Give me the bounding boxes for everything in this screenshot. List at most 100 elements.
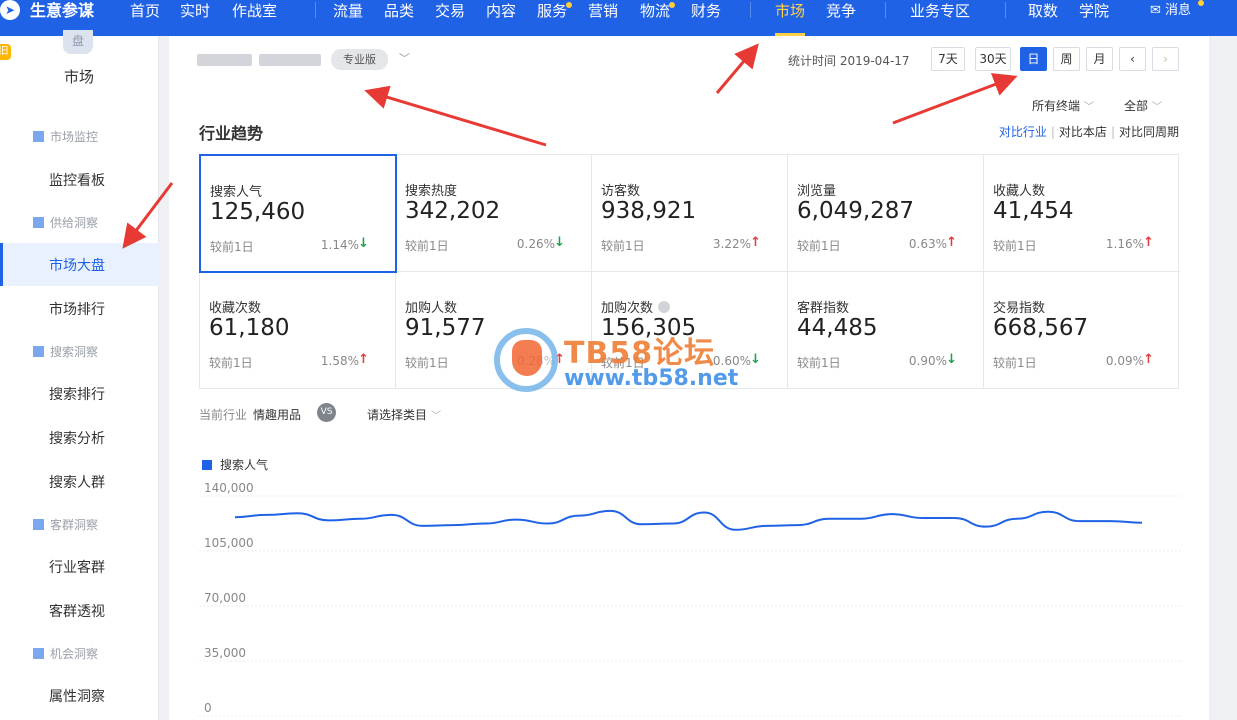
sidebar-item-search-crowd[interactable]: 搜索人群 bbox=[49, 472, 105, 492]
compare-links: 对比行业 | 对比本店 | 对比同周期 bbox=[998, 125, 1179, 139]
metric-card[interactable]: 访客数 938,921 较前1日 3.22% ↑ bbox=[592, 155, 788, 272]
nav-trade[interactable]: 交易 bbox=[435, 0, 465, 36]
metric-value: 41,454 bbox=[993, 198, 1074, 224]
terminal-filter-dropdown[interactable]: 所有终端 ﹀ bbox=[1032, 97, 1094, 114]
nav-traffic[interactable]: 流量 bbox=[333, 0, 363, 36]
metric-value: 342,202 bbox=[405, 198, 501, 224]
metric-compare-label: 较前1日 bbox=[210, 240, 254, 254]
metric-change-pct: 1.16% bbox=[1105, 237, 1144, 251]
chevron-down-icon[interactable]: ﹀ bbox=[399, 50, 410, 66]
metric-card[interactable]: 收藏人数 41,454 较前1日 1.16% ↑ bbox=[984, 155, 1180, 272]
nav-market[interactable]: 市场 bbox=[775, 0, 806, 36]
metric-card[interactable]: 浏览量 6,049,287 较前1日 0.63% ↑ bbox=[788, 155, 984, 272]
sidebar-item-search-rank[interactable]: 搜索排行 bbox=[49, 384, 105, 404]
metric-compare-label: 较前1日 bbox=[405, 356, 449, 370]
metric-card[interactable]: 交易指数 668,567 较前1日 0.09% ↑ bbox=[984, 272, 1180, 389]
period-7d-button[interactable]: 7天 bbox=[931, 47, 965, 71]
vs-badge: VS bbox=[317, 403, 336, 422]
sidebar-item-market-rank[interactable]: 市场排行 bbox=[49, 299, 105, 319]
metric-change-pct: 0.26% bbox=[516, 237, 555, 251]
top-navigation-bar: ➤ 生意参谋 首页 实时 作战室 流量 品类 交易 内容 服务 营销 物流 财务… bbox=[0, 0, 1237, 36]
metric-compare-label: 较前1日 bbox=[993, 239, 1037, 253]
nav-realtime[interactable]: 实时 bbox=[180, 0, 210, 36]
metric-value: 91,577 bbox=[405, 315, 486, 341]
nav-finance[interactable]: 财务 bbox=[691, 0, 721, 36]
arrow-up-icon: ↑ bbox=[946, 235, 957, 250]
metric-label: 交易指数 bbox=[993, 301, 1046, 316]
metric-card[interactable]: 搜索热度 342,202 较前1日 0.26% ↓ bbox=[396, 155, 592, 272]
sidebar-item-monitor-board[interactable]: 监控看板 bbox=[49, 170, 105, 190]
industry-selector: 当前行业 情趣用品 VS 请选择类目 ﹀ bbox=[199, 403, 441, 423]
compare-period-link[interactable]: 对比同周期 bbox=[1119, 125, 1179, 139]
metric-compare-label: 较前1日 bbox=[601, 239, 645, 253]
y-tick-label: 105,000 bbox=[204, 536, 254, 550]
metric-card[interactable]: 客群指数 44,485 较前1日 0.90% ↓ bbox=[788, 272, 984, 389]
old-version-tag[interactable]: 旧 bbox=[0, 44, 11, 60]
period-30d-button[interactable]: 30天 bbox=[975, 47, 1011, 71]
sidebar-item-market-overview[interactable]: 市场大盘 bbox=[49, 255, 105, 275]
chart-legend[interactable]: 搜索人气 bbox=[202, 456, 268, 473]
left-sidebar: 旧 盘 市场 市场监控 监控看板 供给洞察 市场大盘 市场排行 搜索洞察 搜索排… bbox=[0, 30, 159, 720]
metric-change-pct: 0.63% bbox=[908, 237, 947, 251]
mail-icon: ✉ bbox=[1150, 3, 1161, 18]
metric-value: 61,180 bbox=[209, 315, 290, 341]
metric-compare-label: 较前1日 bbox=[797, 239, 841, 253]
chevron-down-icon: ﹀ bbox=[1152, 102, 1163, 113]
nav-messages[interactable]: ✉ 消息 bbox=[1150, 0, 1191, 36]
metric-card[interactable]: 收藏次数 61,180 较前1日 1.58% ↑ bbox=[200, 272, 396, 389]
watermark-logo: TB58论坛 www.tb58.net bbox=[494, 328, 754, 398]
arrow-down-icon: ↓ bbox=[554, 235, 565, 250]
metric-value: 6,049,287 bbox=[797, 198, 915, 224]
nav-home[interactable]: 首页 bbox=[130, 0, 160, 36]
nav-warroom[interactable]: 作战室 bbox=[232, 0, 277, 36]
chevron-down-icon: ﹀ bbox=[431, 411, 442, 422]
edition-badge[interactable]: 专业版 bbox=[331, 49, 388, 70]
compare-shop-link[interactable]: 对比本店 bbox=[1059, 125, 1107, 139]
period-week-button[interactable]: 周 bbox=[1053, 47, 1080, 71]
metric-label: 客群指数 bbox=[797, 301, 850, 316]
building-icon bbox=[33, 346, 44, 357]
nav-competition[interactable]: 竞争 bbox=[826, 0, 856, 36]
nav-marketing[interactable]: 营销 bbox=[588, 0, 618, 36]
group-search-insight: 搜索洞察 bbox=[33, 343, 98, 360]
nav-category[interactable]: 品类 bbox=[384, 0, 414, 36]
sidebar-item-attribute-insight[interactable]: 属性洞察 bbox=[49, 686, 105, 706]
prev-period-button[interactable]: ‹ bbox=[1119, 47, 1146, 71]
metric-label: 访客数 bbox=[601, 184, 641, 199]
sidebar-item-customer-perspective[interactable]: 客群透视 bbox=[49, 601, 105, 621]
next-period-button[interactable]: › bbox=[1152, 47, 1179, 71]
sidebar-item-search-analysis[interactable]: 搜索分析 bbox=[49, 428, 105, 448]
metric-label: 搜索人气 bbox=[210, 185, 263, 200]
compass-logo-icon[interactable]: ➤ bbox=[0, 0, 20, 20]
nav-content[interactable]: 内容 bbox=[486, 0, 516, 36]
metric-label: 收藏人数 bbox=[993, 184, 1046, 199]
y-tick-label: 140,000 bbox=[204, 481, 254, 495]
blurred-shop-name-2 bbox=[259, 54, 321, 66]
nav-academy[interactable]: 学院 bbox=[1079, 0, 1109, 36]
metric-card[interactable]: 搜索人气 125,460 较前1日 1.14% ↓ bbox=[199, 154, 397, 273]
category-select[interactable]: 请选择类目 ﹀ bbox=[367, 406, 441, 423]
period-month-button[interactable]: 月 bbox=[1086, 47, 1113, 71]
nav-service[interactable]: 服务 bbox=[537, 0, 567, 36]
current-industry-label: 当前行业 bbox=[199, 408, 248, 422]
metric-value: 125,460 bbox=[210, 199, 306, 225]
nav-logistics[interactable]: 物流 bbox=[640, 0, 670, 36]
metric-value: 668,567 bbox=[993, 315, 1089, 341]
sidebar-item-industry-customers[interactable]: 行业客群 bbox=[49, 557, 105, 577]
scope-filter-dropdown[interactable]: 全部 ﹀ bbox=[1124, 97, 1162, 114]
market-section-icon: 盘 bbox=[63, 30, 93, 54]
group-opportunity-insight: 机会洞察 bbox=[33, 645, 98, 662]
metric-change-pct: 0.09% bbox=[1105, 354, 1144, 368]
info-icon[interactable] bbox=[658, 301, 671, 313]
building-icon bbox=[33, 519, 44, 530]
legend-swatch-icon bbox=[202, 460, 212, 470]
metric-compare-label: 较前1日 bbox=[797, 356, 841, 370]
metric-label: 搜索热度 bbox=[405, 184, 458, 199]
compare-industry-link[interactable]: 对比行业 bbox=[999, 125, 1047, 139]
metric-compare-label: 较前1日 bbox=[993, 356, 1037, 370]
metric-change-pct: 1.58% bbox=[320, 354, 359, 368]
metric-label: 收藏次数 bbox=[209, 301, 262, 316]
nav-data-fetch[interactable]: 取数 bbox=[1028, 0, 1058, 36]
nav-business-zone[interactable]: 业务专区 bbox=[910, 0, 970, 36]
period-day-button[interactable]: 日 bbox=[1020, 47, 1047, 71]
